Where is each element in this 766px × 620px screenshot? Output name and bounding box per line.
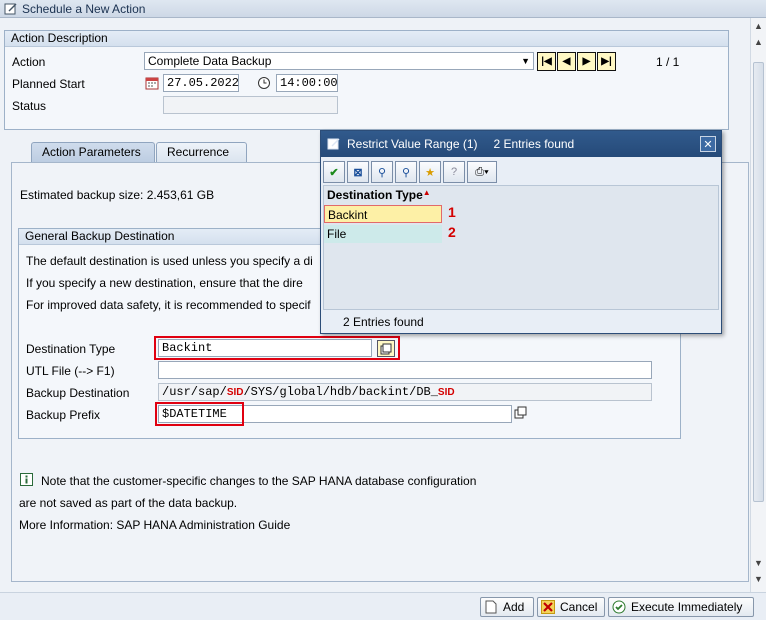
- sort-icon: ▲: [422, 188, 431, 197]
- backup-destination-part2: /SYS/global/hdb/backint/DB_: [243, 385, 438, 399]
- group-title: Action Description: [5, 31, 728, 47]
- execute-button-label: Execute Immediately: [631, 600, 743, 614]
- popup-status-bar: 2 Entries found: [323, 312, 719, 332]
- info-line-3: For improved data safety, it is recommen…: [26, 298, 311, 312]
- printer-icon: ⎙▾: [475, 165, 489, 178]
- cancel-button-label: Cancel: [560, 600, 598, 614]
- restrict-value-popup: Restrict Value Range (1) 2 Entries found…: [320, 130, 722, 334]
- next-page-icon: ▶: [582, 56, 591, 67]
- popup-found-count: 2 Entries found: [493, 137, 575, 151]
- column-header-label: Destination Type: [327, 188, 423, 202]
- tab-action-parameters[interactable]: Action Parameters: [31, 142, 155, 162]
- note-line-1: Note that the customer-specific changes …: [41, 474, 477, 488]
- sid-placeholder-1: SID: [226, 387, 244, 398]
- action-description-group: Action Description: [4, 30, 729, 130]
- window-titlebar: Schedule a New Action: [0, 0, 766, 18]
- highlight-destination-type: [154, 336, 400, 360]
- prev-page-icon: ◀: [562, 56, 571, 67]
- execute-immediately-button[interactable]: Execute Immediately: [608, 597, 754, 617]
- add-button-label: Add: [503, 600, 525, 614]
- scroll-down-icon[interactable]: ▼: [754, 574, 763, 584]
- window-title: Schedule a New Action: [22, 1, 146, 16]
- add-button[interactable]: Add: [480, 597, 534, 617]
- cancel-button[interactable]: Cancel: [537, 597, 605, 617]
- sid-placeholder-2: SID: [437, 387, 455, 398]
- calendar-icon[interactable]: [145, 76, 159, 90]
- status-label: Status: [12, 99, 47, 113]
- star-icon: ★: [425, 166, 435, 179]
- value-list: Destination Type▲ Backint File 1 2: [323, 185, 719, 310]
- backup-prefix-label: Backup Prefix: [26, 408, 101, 422]
- confirm-button[interactable]: ✔: [323, 161, 345, 183]
- help-icon: ?: [450, 166, 458, 178]
- info-icon: [20, 473, 33, 486]
- note-line-3: More Information: SAP HANA Administratio…: [19, 518, 291, 532]
- list-item[interactable]: Backint: [324, 205, 442, 223]
- utl-file-field[interactable]: [158, 361, 652, 379]
- paging-indicator: 1 / 1: [656, 55, 680, 69]
- checkmark-icon: ✔: [329, 166, 339, 179]
- favorites-button[interactable]: ★: [419, 161, 441, 183]
- last-page-button[interactable]: ▶|: [597, 52, 616, 71]
- date-field[interactable]: 27.05.2022: [163, 74, 239, 92]
- column-header[interactable]: Destination Type▲: [327, 188, 431, 202]
- popup-toolbar: ✔ ⊠ ⚲ ⚲ ★ ? ⎙▾: [323, 161, 497, 183]
- info-line-1: The default destination is used unless y…: [26, 254, 313, 268]
- close-selection-button[interactable]: ⊠: [347, 161, 369, 183]
- status-field: [163, 96, 338, 114]
- callout-badge-2: 2: [448, 224, 456, 240]
- footer-bar: Add Cancel Execute Immediately: [0, 592, 766, 620]
- utl-file-label: UTL File (--> F1): [26, 364, 115, 378]
- popup-edit-icon: [327, 138, 340, 150]
- highlight-backup-prefix: [155, 402, 244, 426]
- vertical-scrollbar[interactable]: ▲ ▲ ▼ ▼: [750, 18, 766, 592]
- find-button[interactable]: ⚲: [371, 161, 393, 183]
- scroll-up-small-icon[interactable]: ▲: [754, 37, 763, 47]
- note-line-2: are not saved as part of the data backup…: [19, 496, 238, 510]
- time-field[interactable]: 14:00:00: [276, 74, 338, 92]
- planned-start-label: Planned Start: [12, 77, 85, 91]
- popup-status-text: 2 Entries found: [343, 315, 424, 329]
- cancel-icon: [541, 600, 555, 614]
- clock-icon[interactable]: [257, 76, 271, 90]
- action-label: Action: [12, 55, 46, 69]
- destination-type-label: Destination Type: [26, 342, 116, 356]
- edit-icon: [4, 3, 17, 14]
- backup-destination-label: Backup Destination: [26, 386, 130, 400]
- first-page-icon: |◀: [541, 56, 552, 67]
- action-dropdown[interactable]: Complete Data Backup ▼: [144, 52, 534, 70]
- find-next-button[interactable]: ⚲: [395, 161, 417, 183]
- execute-icon: [612, 600, 626, 614]
- list-item[interactable]: File: [324, 225, 442, 243]
- binoculars-plus-icon: ⚲: [401, 166, 411, 179]
- print-button[interactable]: ⎙▾: [467, 161, 497, 183]
- next-page-button[interactable]: ▶: [577, 52, 596, 71]
- close-icon[interactable]: ✕: [700, 136, 716, 152]
- scroll-up-icon[interactable]: ▲: [754, 21, 763, 31]
- tab-recurrence[interactable]: Recurrence: [156, 142, 247, 162]
- callout-badge-1: 1: [448, 204, 456, 220]
- binoculars-icon: ⚲: [377, 166, 387, 179]
- popup-titlebar: Restrict Value Range (1) 2 Entries found: [321, 131, 721, 157]
- action-value: Complete Data Backup: [148, 54, 272, 68]
- last-page-icon: ▶|: [601, 56, 612, 67]
- backup-destination-part1: /usr/sap/: [162, 385, 227, 399]
- chevron-down-icon[interactable]: ▼: [521, 53, 530, 69]
- estimated-size: Estimated backup size: 2.453,61 GB: [20, 188, 215, 202]
- popup-title: Restrict Value Range (1): [347, 137, 478, 151]
- copy-icon[interactable]: [514, 406, 528, 420]
- backup-destination-field: /usr/sap/SID/SYS/global/hdb/backint/DB_S…: [158, 383, 652, 401]
- help-button[interactable]: ?: [443, 161, 465, 183]
- first-page-button[interactable]: |◀: [537, 52, 556, 71]
- scroll-thumb[interactable]: [753, 62, 764, 502]
- cancel-square-icon: ⊠: [353, 166, 363, 179]
- new-document-icon: [485, 600, 497, 614]
- prev-page-button[interactable]: ◀: [557, 52, 576, 71]
- scroll-down-small-icon[interactable]: ▼: [754, 558, 763, 568]
- info-line-2: If you specify a new destination, ensure…: [26, 276, 303, 290]
